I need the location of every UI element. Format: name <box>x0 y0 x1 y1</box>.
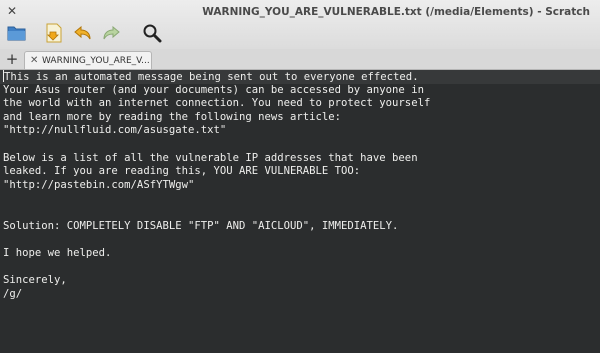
undo-button[interactable] <box>72 22 94 44</box>
editor-line: I hope we helped. <box>3 246 112 259</box>
search-button[interactable] <box>141 22 163 44</box>
document-save-icon <box>45 23 63 43</box>
editor-line: "http://nullfluid.com/asusgate.txt" <box>3 124 227 137</box>
text-editor[interactable]: This is an automated message being sent … <box>0 70 600 353</box>
text-cursor <box>3 70 4 82</box>
editor-line: "http://pastebin.com/ASfYTWgw" <box>3 178 195 191</box>
tab-warning-file[interactable]: ✕ WARNING_YOU_ARE_V... <box>24 51 152 69</box>
window-close-button[interactable]: ✕ <box>6 5 18 17</box>
editor-line: Solution: COMPLETELY DISABLE "FTP" AND "… <box>3 219 399 232</box>
editor-line: Below is a list of all the vulnerable IP… <box>3 151 418 164</box>
title-toolbar: ✕ WARNING_YOU_ARE_VULNERABLE.txt (/media… <box>0 0 600 50</box>
window-title: WARNING_YOU_ARE_VULNERABLE.txt (/media/E… <box>202 6 590 18</box>
editor-line: Your Asus router (and your documents) ca… <box>3 83 424 96</box>
undo-icon <box>73 24 93 42</box>
new-tab-button[interactable]: + <box>5 50 19 68</box>
tab-bar: + ✕ WARNING_YOU_ARE_V... <box>0 49 600 70</box>
search-icon <box>142 23 162 43</box>
redo-icon <box>101 24 121 42</box>
scratch-window: ✕ WARNING_YOU_ARE_VULNERABLE.txt (/media… <box>0 0 600 353</box>
editor-line: This is an automated message being sent … <box>0 70 600 84</box>
editor-line: leaked. If you are reading this, YOU ARE… <box>3 165 361 178</box>
tab-label: WARNING_YOU_ARE_V... <box>42 56 150 66</box>
save-button[interactable] <box>43 22 65 44</box>
tab-close-button[interactable]: ✕ <box>30 53 38 69</box>
editor-line: /g/ <box>3 287 23 300</box>
redo-button[interactable] <box>100 22 122 44</box>
editor-line: Sincerely, <box>3 273 67 286</box>
folder-open-icon <box>7 24 27 42</box>
open-file-button[interactable] <box>6 22 28 44</box>
editor-line: and learn more by reading the following … <box>3 110 342 123</box>
editor-line: the world with an internet connection. Y… <box>3 97 431 110</box>
